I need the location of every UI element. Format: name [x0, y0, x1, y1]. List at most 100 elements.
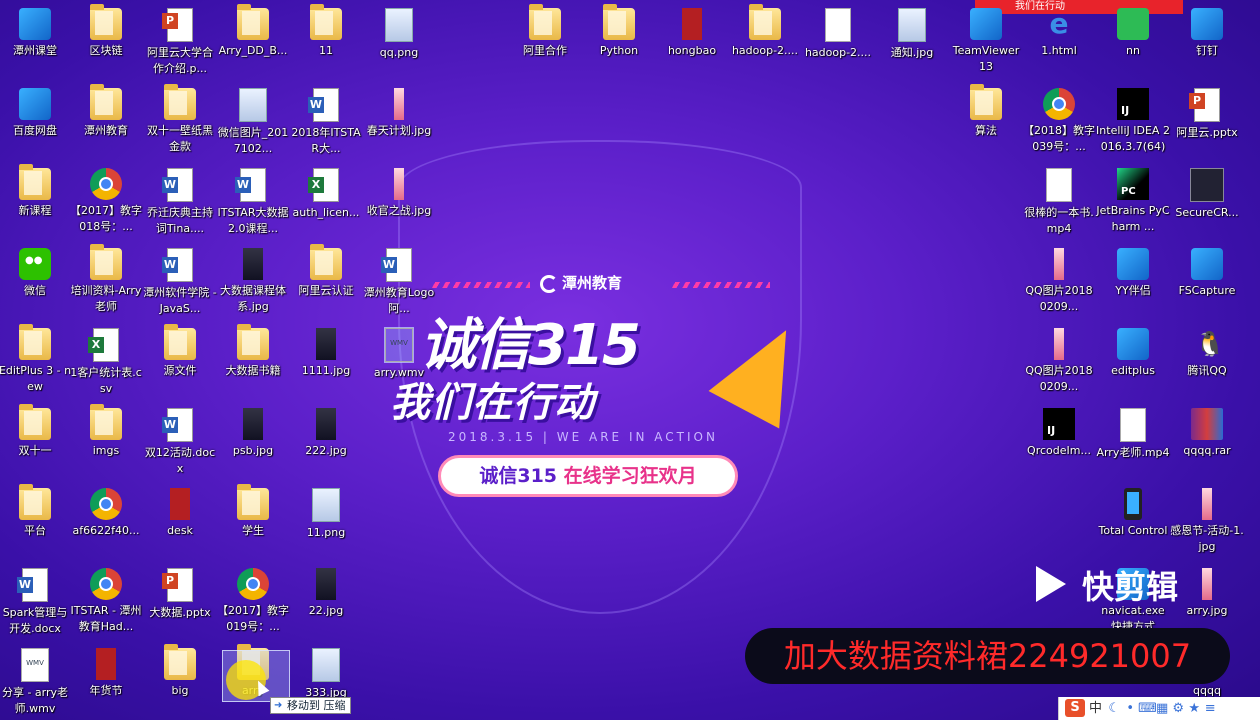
desktop-icon[interactable]: TeamViewer 13	[949, 8, 1023, 75]
desktop-icon[interactable]: 培训资料-Arry老师	[69, 244, 143, 315]
desktop-icon[interactable]: 大数据课程体系.jpg	[216, 248, 290, 315]
desktop[interactable]: 潭州教育 诚信315 我们在行动 2018.3.15 | WE ARE IN A…	[0, 0, 1260, 720]
desktop-icon[interactable]: 平台	[0, 484, 72, 539]
desktop-icon[interactable]: 钉钉	[1170, 8, 1244, 59]
desktop-icon[interactable]: 感恩节-活动-1.jpg	[1170, 488, 1244, 555]
ime-keyboard-icon[interactable]: ⌨	[1138, 697, 1157, 720]
chrome-icon	[90, 168, 122, 200]
desktop-icon[interactable]: 阿里云认证	[289, 244, 363, 299]
desktop-icon[interactable]: 大数据.pptx	[143, 568, 217, 621]
desktop-icon[interactable]: 潭州教育Logo 阿...	[362, 248, 436, 317]
desktop-icon[interactable]: 【2018】教字039号：...	[1022, 88, 1096, 155]
desktop-icon[interactable]: auth_licen...	[289, 168, 363, 221]
ime-toolbar[interactable]: S中 ☾ • ⌨▦ ⚙ ★ ≡	[1058, 697, 1260, 720]
desktop-icon[interactable]: 双12活动.docx	[143, 408, 217, 477]
ime-dot-icon[interactable]: •	[1122, 697, 1138, 720]
desktop-icon[interactable]: hadoop-2....	[801, 8, 875, 61]
desktop-icon[interactable]: 学生	[216, 484, 290, 539]
desktop-icon[interactable]: 2018年ITSTAR大...	[289, 88, 363, 157]
folder-icon	[19, 404, 51, 440]
desktop-icon[interactable]: 大数据书籍	[216, 324, 290, 379]
desktop-icon[interactable]: Python	[582, 4, 656, 59]
desktop-icon[interactable]: 阿里云.pptx	[1170, 88, 1244, 141]
desktop-icon[interactable]: 年货节	[69, 648, 143, 699]
desktop-icon[interactable]: QQ图片20180209...	[1022, 248, 1096, 315]
desktop-icon[interactable]: imgs	[69, 404, 143, 459]
desktop-icon[interactable]: editplus	[1096, 328, 1170, 379]
desktop-icon[interactable]: desk	[143, 488, 217, 539]
desktop-icon[interactable]: 双十一壁纸黑金款	[143, 84, 217, 155]
desktop-icon[interactable]: QQ图片20180209...	[1022, 328, 1096, 395]
desktop-icon[interactable]: 【2017】教字018号：...	[69, 168, 143, 235]
desktop-icon[interactable]: 微信图片_2017102...	[216, 88, 290, 157]
imgpink-icon	[1202, 488, 1212, 520]
desktop-icon[interactable]: psb.jpg	[216, 408, 290, 459]
desktop-icon[interactable]: 通知.jpg	[875, 8, 949, 61]
desktop-icon[interactable]: Arry_DD_B...	[216, 4, 290, 59]
desktop-icon[interactable]: 很棒的一本书.mp4	[1022, 168, 1096, 237]
desktop-icon[interactable]: 1111.jpg	[289, 328, 363, 379]
desktop-icon[interactable]: 潭州软件学院 - JavaS...	[143, 248, 217, 317]
desktop-icon[interactable]: 1客户统计表.csv	[69, 328, 143, 397]
desktop-icon[interactable]: 11	[289, 4, 363, 59]
desktop-icon[interactable]: af6622f40...	[69, 488, 143, 539]
desktop-icon[interactable]: 算法	[949, 84, 1023, 139]
desktop-icon[interactable]: 区块链	[69, 4, 143, 59]
desktop-icon[interactable]: 潭州教育	[69, 84, 143, 139]
sogou-logo-icon[interactable]: S	[1065, 699, 1085, 717]
desktop-icon[interactable]: 双十一	[0, 404, 72, 459]
ime-mode[interactable]: 中	[1089, 701, 1102, 716]
desktop-icon[interactable]: Arry老师.mp4	[1096, 408, 1170, 461]
desktop-icon[interactable]: 分享 - arry老师.wmv	[0, 648, 72, 717]
desktop-icon[interactable]: qq.png	[362, 8, 436, 61]
desktop-icon-label: Total Control	[1098, 524, 1168, 537]
desktop-icon-label: 乔迁庆典主持词Tina....	[147, 206, 213, 235]
desktop-icon[interactable]: 22.jpg	[289, 568, 363, 619]
desktop-icon[interactable]: 腾讯QQ	[1170, 328, 1244, 379]
desktop-icon[interactable]: qqqq.rar	[1170, 408, 1244, 459]
desktop-icon[interactable]: big	[143, 644, 217, 699]
desktop-icon[interactable]: 11.png	[289, 488, 363, 541]
desktop-icon[interactable]: ITSTAR大数据2.0课程...	[216, 168, 290, 237]
desktop-icon[interactable]: 222.jpg	[289, 408, 363, 459]
desktop-icon[interactable]: QrcodeIm...	[1022, 408, 1096, 459]
desktop-icon-label: 双十一壁纸黑金款	[147, 124, 213, 153]
desktop-icon[interactable]: YY伴侣	[1096, 248, 1170, 299]
desktop-icon[interactable]: 潭州课堂	[0, 8, 72, 59]
jb-icon	[1043, 408, 1075, 440]
desktop-icon[interactable]: nn	[1096, 8, 1170, 59]
imgdark-icon	[243, 248, 263, 280]
desktop-icon[interactable]: ITSTAR - 潭州教育Had...	[69, 568, 143, 635]
desktop-icon[interactable]: arry.jpg	[1170, 568, 1244, 619]
desktop-icon[interactable]: hadoop-2....	[728, 4, 802, 59]
desktop-icon[interactable]: Spark管理与开发.docx	[0, 568, 72, 637]
desktop-icon[interactable]: 源文件	[143, 324, 217, 379]
ime-moon-icon[interactable]: ☾	[1106, 697, 1122, 720]
desktop-icon[interactable]: 333.jpg	[289, 648, 363, 701]
ime-grid-icon[interactable]: ▦	[1154, 697, 1170, 720]
ime-gear-icon[interactable]: ⚙	[1170, 697, 1186, 720]
desktop-icon[interactable]: 1.html	[1022, 8, 1096, 59]
desktop-icon[interactable]: 阿里合作	[508, 4, 582, 59]
desktop-icon[interactable]: arry.wmv	[362, 327, 436, 381]
desktop-icon[interactable]: 春天计划.jpg	[362, 88, 436, 139]
desktop-icon[interactable]: Total Control	[1096, 488, 1170, 539]
desktop-icon-label: QQ图片20180209...	[1025, 284, 1093, 313]
desktop-icon-label: hongbao	[667, 44, 717, 57]
desktop-icon[interactable]: hongbao	[655, 8, 729, 59]
desktop-icon[interactable]: FSCapture	[1170, 248, 1244, 299]
desktop-icon-label: psb.jpg	[232, 444, 274, 457]
ime-star-icon[interactable]: ★	[1186, 697, 1202, 720]
desktop-icon[interactable]: 新课程	[0, 164, 72, 219]
desktop-icon[interactable]: 阿里云大学合作介绍.p...	[143, 8, 217, 77]
desktop-icon[interactable]: 乔迁庆典主持词Tina....	[143, 168, 217, 237]
desktop-icon[interactable]: 收官之战.jpg	[362, 168, 436, 219]
desktop-icon[interactable]: EditPlus 3 - new	[0, 324, 72, 395]
desktop-icon[interactable]: 【2017】教字019号：...	[216, 568, 290, 635]
desktop-icon[interactable]: 百度网盘	[0, 88, 72, 139]
desktop-icon[interactable]: SecureCR...	[1170, 168, 1244, 221]
desktop-icon[interactable]: IntelliJ IDEA 2016.3.7(64)	[1096, 88, 1170, 155]
desktop-icon[interactable]: JetBrains PyCharm ...	[1096, 168, 1170, 235]
ime-menu-icon[interactable]: ≡	[1202, 697, 1218, 720]
desktop-icon[interactable]: 微信	[0, 248, 72, 299]
